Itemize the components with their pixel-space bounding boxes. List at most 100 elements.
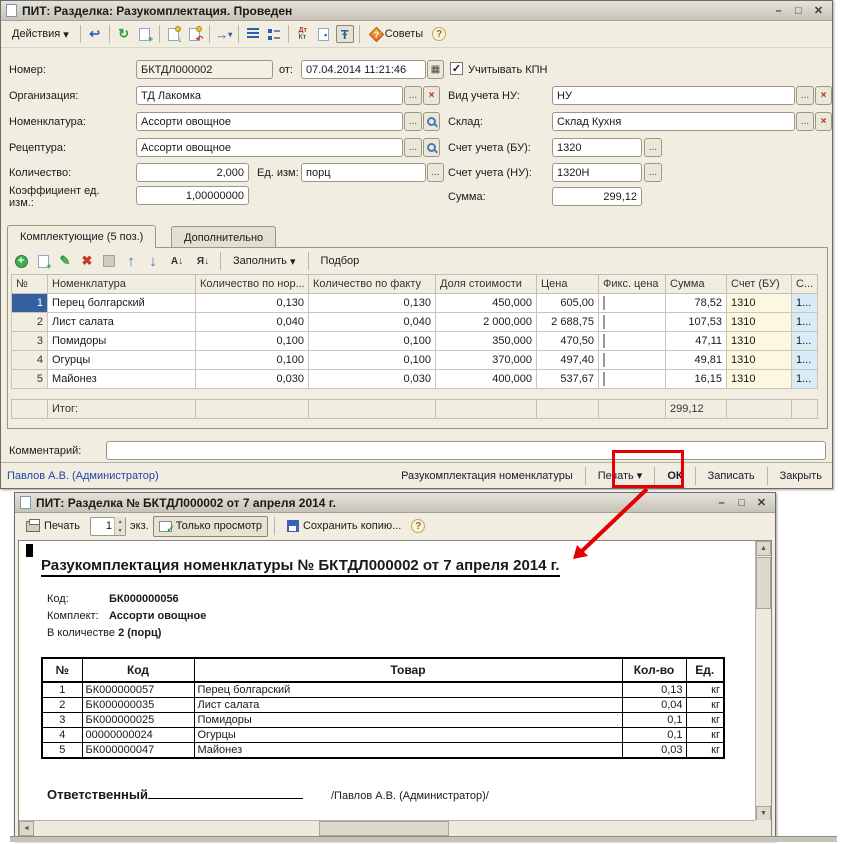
print-button[interactable]: Печать bbox=[20, 516, 86, 537]
edit-row-icon[interactable]: ✎ bbox=[56, 252, 74, 270]
print-doc-table: №КодТоварКол-воЕд. 1БК000000057Перец бол… bbox=[41, 657, 725, 759]
fill-button[interactable]: Заполнить ▾ bbox=[227, 251, 302, 272]
sklad-field[interactable]: Склад Кухня bbox=[552, 112, 795, 131]
horizontal-scrollbar[interactable]: ◄ bbox=[19, 820, 755, 836]
fixed-price-checkbox[interactable] bbox=[599, 313, 666, 332]
organization-field[interactable]: ТД Лакомка bbox=[136, 86, 403, 105]
nomenklatura-field[interactable]: Ассорти овощное bbox=[136, 112, 403, 131]
schet-nu-field[interactable]: 1320Н bbox=[552, 163, 642, 182]
tab-components[interactable]: Комплектующие (5 поз.) bbox=[7, 225, 156, 248]
kolichestvo-field[interactable]: 2,000 bbox=[136, 163, 249, 182]
ellipsis-icon[interactable]: ... bbox=[644, 163, 662, 182]
help-icon[interactable]: ? bbox=[411, 519, 425, 533]
unpost-document-icon[interactable]: ↶ bbox=[186, 25, 204, 43]
table-row[interactable]: 2Лист салата0,0400,0402 000,0002 688,751… bbox=[12, 313, 818, 332]
ellipsis-icon[interactable]: ... bbox=[796, 86, 814, 105]
magnifier-icon[interactable] bbox=[423, 112, 440, 131]
spin-down-icon[interactable]: ▼ bbox=[115, 526, 125, 535]
spin-up-icon[interactable]: ▲ bbox=[115, 517, 125, 526]
nomer-field[interactable]: БКТДЛ000002 bbox=[136, 60, 273, 79]
minimize-icon[interactable]: – bbox=[713, 495, 730, 510]
clear-icon[interactable]: × bbox=[815, 112, 832, 131]
table-header-row: № Номенклатура Количество по нор... Коли… bbox=[12, 275, 818, 294]
filter-icon[interactable]: Ŧ bbox=[336, 25, 354, 43]
copy-row-icon[interactable]: + bbox=[34, 252, 52, 270]
scroll-up-icon[interactable]: ▲ bbox=[756, 541, 771, 556]
ellipsis-icon[interactable]: ... bbox=[644, 138, 662, 157]
postings-dtkt-icon[interactable]: ДтКт bbox=[294, 25, 312, 43]
add-row-icon[interactable]: + bbox=[12, 252, 30, 270]
printer-icon bbox=[26, 521, 40, 532]
organization-label: Организация: bbox=[9, 90, 78, 102]
magnifier-icon[interactable] bbox=[423, 138, 440, 157]
pick-button[interactable]: Подбор bbox=[315, 251, 366, 272]
table-row[interactable]: 1Перец болгарский0,1300,130450,000605,00… bbox=[12, 294, 818, 313]
vid-ucheta-field[interactable]: НУ bbox=[552, 86, 795, 105]
separator bbox=[767, 467, 768, 485]
scroll-down-icon[interactable]: ▼ bbox=[756, 806, 771, 821]
goto-icon[interactable]: →▾ bbox=[215, 25, 233, 43]
separator bbox=[109, 25, 110, 43]
close-button[interactable]: Закрыть bbox=[776, 470, 826, 482]
ellipsis-icon[interactable]: ... bbox=[796, 112, 814, 131]
date-field[interactable]: 07.04.2014 11:21:46 bbox=[301, 60, 426, 79]
refresh-icon[interactable]: ↻ bbox=[115, 25, 133, 43]
fixed-price-checkbox[interactable] bbox=[599, 351, 666, 370]
help-icon[interactable]: ? bbox=[432, 27, 446, 41]
scroll-thumb[interactable] bbox=[319, 821, 449, 836]
write-icon[interactable]: ↩ bbox=[86, 25, 104, 43]
summa-field[interactable]: 299,12 bbox=[552, 187, 642, 206]
marked-list-icon[interactable] bbox=[265, 25, 283, 43]
receptura-field[interactable]: Ассорти овощное bbox=[136, 138, 403, 157]
koefficient-field[interactable]: 1,00000000 bbox=[136, 186, 249, 205]
vertical-scrollbar[interactable]: ▲ ▼ bbox=[755, 541, 771, 821]
save-copy-button[interactable]: Сохранить копию... bbox=[281, 516, 407, 537]
table-row[interactable]: 4Огурцы0,1000,100370,000497,4049,8113101… bbox=[12, 351, 818, 370]
move-down-icon[interactable]: ↓ bbox=[144, 252, 162, 270]
minimize-icon[interactable]: – bbox=[770, 3, 787, 18]
view-only-toggle[interactable]: ✓ Только просмотр bbox=[153, 516, 268, 537]
ellipsis-icon[interactable]: ... bbox=[404, 112, 422, 131]
ellipsis-icon[interactable]: ... bbox=[404, 138, 422, 157]
fixed-price-checkbox[interactable] bbox=[599, 332, 666, 351]
advice-icon: ? bbox=[368, 26, 384, 42]
sort-ascending-icon[interactable]: А↓ bbox=[166, 252, 188, 270]
calendar-icon[interactable]: ▦ bbox=[427, 60, 444, 79]
copy-icon[interactable]: + bbox=[136, 25, 154, 43]
report-icon[interactable]: ▪ bbox=[315, 25, 333, 43]
chevron-down-icon: ▾ bbox=[290, 255, 296, 268]
components-table[interactable]: № Номенклатура Количество по нор... Коли… bbox=[11, 274, 818, 389]
post-document-icon[interactable]: ↓ bbox=[165, 25, 183, 43]
doc-qty-line: В количестве 2 (порц) bbox=[47, 627, 161, 639]
copies-stepper[interactable]: 1 ▲ ▼ bbox=[90, 517, 126, 536]
maximize-icon[interactable]: □ bbox=[733, 495, 750, 510]
fixed-price-checkbox[interactable] bbox=[599, 370, 666, 389]
actions-button[interactable]: Действия ▾ bbox=[6, 24, 75, 45]
table-row[interactable]: 5Майонез0,0300,030400,000537,6716,151310… bbox=[12, 370, 818, 389]
ellipsis-icon[interactable]: ... bbox=[427, 163, 444, 182]
copies-suffix-label: экз. bbox=[130, 520, 149, 532]
delete-row-icon[interactable]: ✖ bbox=[78, 252, 96, 270]
close-icon[interactable]: ✕ bbox=[753, 495, 770, 510]
tab-additional[interactable]: Дополнительно bbox=[171, 226, 276, 248]
clear-icon[interactable]: × bbox=[423, 86, 440, 105]
table-row[interactable]: 3Помидоры0,1000,100350,000470,5047,11131… bbox=[12, 332, 818, 351]
fixed-price-checkbox[interactable] bbox=[599, 294, 666, 313]
ed-izm-field[interactable]: порц bbox=[301, 163, 426, 182]
advice-button[interactable]: ? Советы bbox=[365, 24, 429, 45]
schet-bu-field[interactable]: 1320 bbox=[552, 138, 642, 157]
list-structure-icon[interactable] bbox=[244, 25, 262, 43]
kpn-checkbox[interactable]: ✓ bbox=[450, 62, 463, 75]
scroll-left-icon[interactable]: ◄ bbox=[19, 821, 34, 836]
clear-icon[interactable]: × bbox=[815, 86, 832, 105]
save-button[interactable]: Записать bbox=[704, 470, 759, 482]
comment-input[interactable] bbox=[106, 441, 826, 460]
sort-descending-icon[interactable]: Я↓ bbox=[192, 252, 214, 270]
close-icon[interactable]: ✕ bbox=[810, 3, 827, 18]
print-preview-area[interactable]: Разукомплектация номенклатуры № БКТДЛ000… bbox=[18, 540, 772, 837]
print-form-selector-button[interactable]: Разукомплектация номенклатуры bbox=[397, 470, 577, 482]
ellipsis-icon[interactable]: ... bbox=[404, 86, 422, 105]
move-up-icon[interactable]: ↑ bbox=[122, 252, 140, 270]
scroll-thumb[interactable] bbox=[756, 557, 771, 609]
maximize-icon[interactable]: □ bbox=[790, 3, 807, 18]
